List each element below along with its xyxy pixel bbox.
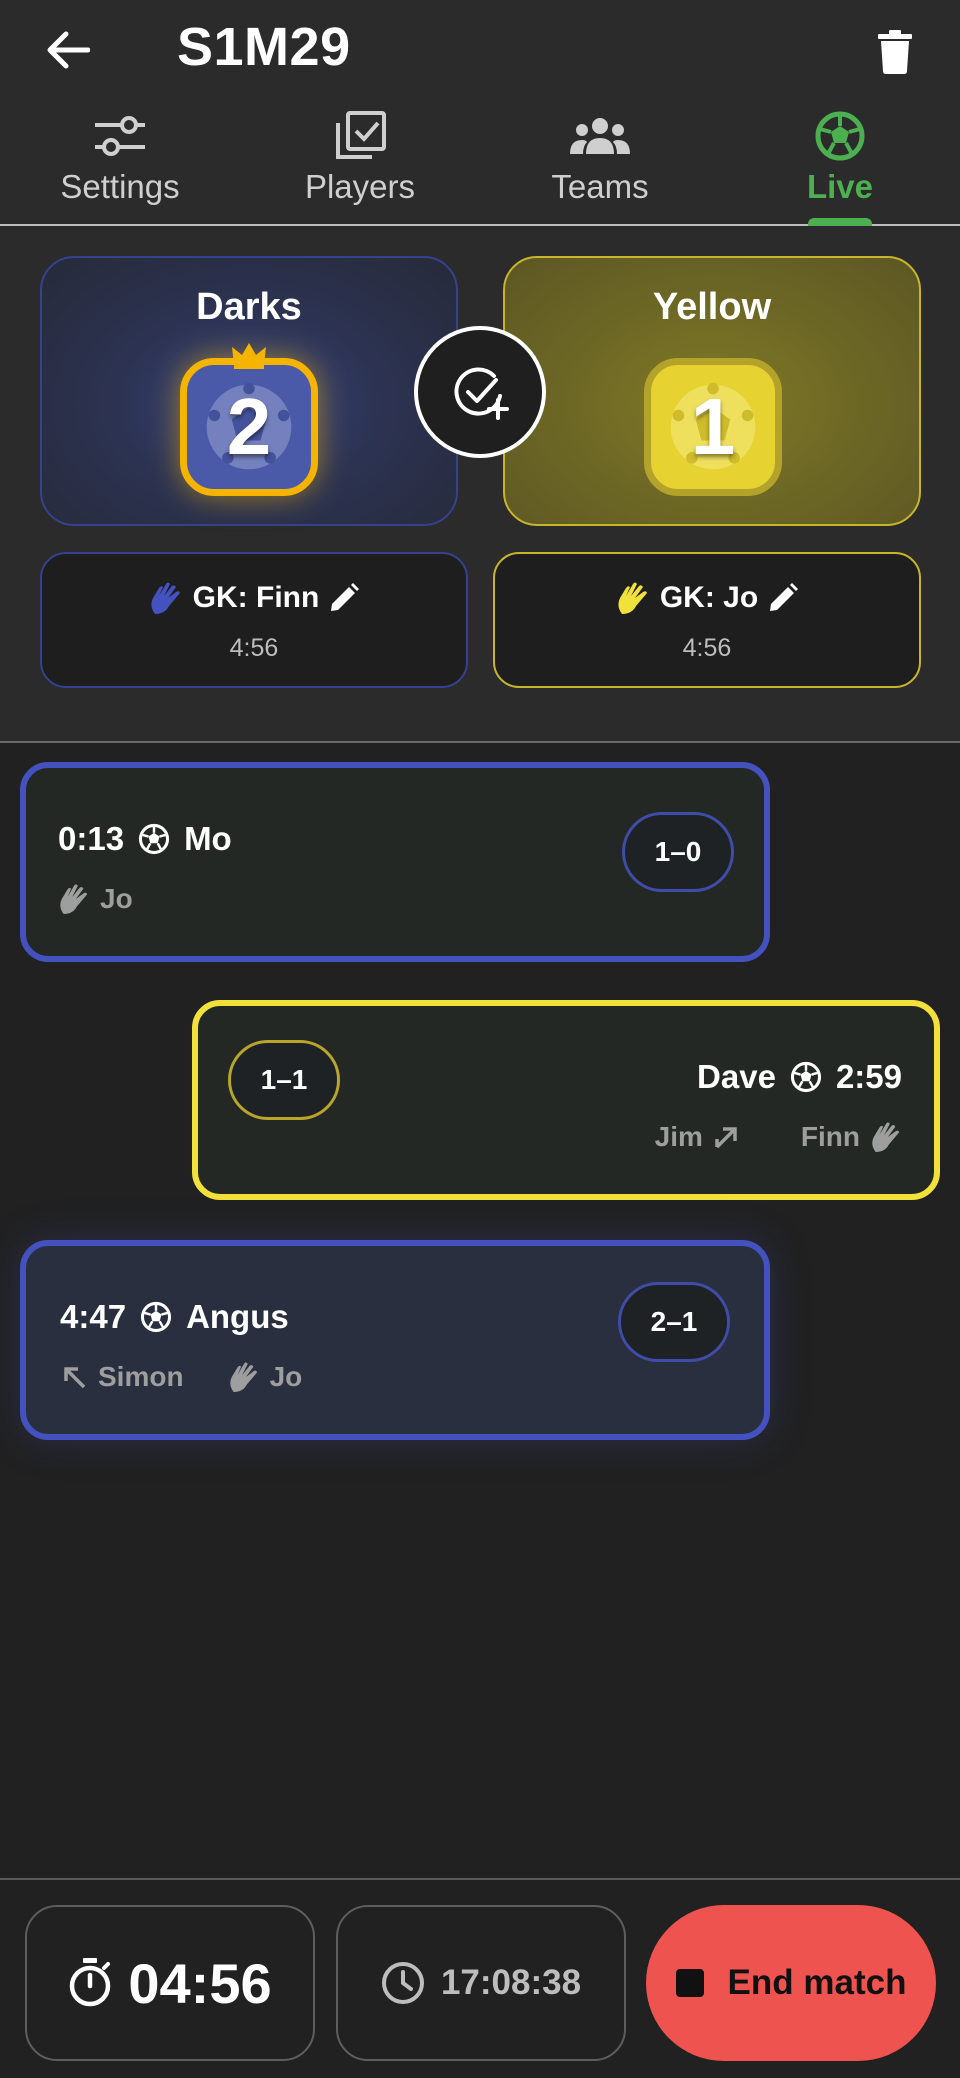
checklist-icon [336,111,386,159]
event-score: 1–0 [622,812,734,892]
soccer-ball-icon [138,823,170,855]
section-divider [0,741,960,743]
assist-arrow-icon [715,1127,737,1149]
wall-clock: 17:08:38 [336,1905,626,2061]
team-name: Yellow [652,286,772,328]
event-scorer: Mo [184,820,232,857]
team-name: Darks [196,286,302,328]
score-badge-darks[interactable]: 2 [180,343,318,496]
group-icon [570,118,630,154]
goalkeeper-glove-icon [151,582,180,614]
goalkeeper-glove-icon [872,1122,900,1153]
tab-bar: Settings Players Teams Live [0,100,960,226]
score-value: 2 [226,382,272,471]
event-score: 2–1 [618,1282,730,1362]
goal-event-card[interactable]: 4:47 Angus Simon Jo 2–1 [20,1240,770,1440]
event-keeper: Jo [100,883,133,914]
event-time: 2:59 [835,1058,902,1095]
match-timer-value: 04:56 [128,1951,272,2015]
clock-icon [381,1962,424,2004]
team-panel-yellow[interactable]: Yellow 1 [503,256,921,526]
tab-settings[interactable]: Settings [0,100,240,226]
assist-arrow-icon [64,1367,86,1389]
event-scorer: Angus [186,1298,289,1335]
end-match-button[interactable]: End match [646,1905,936,2061]
tab-label: Players [304,168,416,205]
crown-icon [232,343,266,369]
stop-icon [675,1969,704,1997]
tab-label: Live [806,168,874,205]
edit-pencil-icon[interactable] [329,583,360,613]
tab-label: Teams [551,168,649,205]
delete-match-button[interactable] [870,24,920,80]
goalkeeper-time: 4:56 [229,634,279,662]
add-goal-button[interactable] [414,326,546,458]
team-panel-darks[interactable]: Darks 2 [40,256,458,526]
goalkeeper-card-yellow[interactable]: GK: Jo 4:56 [493,552,921,688]
event-score: 1–1 [228,1040,340,1120]
end-match-label: End match [727,1963,907,2002]
check-circle-plus-icon [454,367,509,420]
event-assist: Jim [654,1121,703,1152]
soccer-ball-icon [140,1301,172,1333]
event-keeper: Finn [800,1121,860,1152]
app-bar: S1M29 [0,0,960,100]
event-scorer: Dave [697,1058,776,1095]
arrow-back-icon [47,31,90,69]
tab-live[interactable]: Live [720,100,960,226]
goal-event-card[interactable]: 1–1 Dave 2:59 Jim Finn [192,1000,940,1200]
trash-icon [878,30,912,74]
bottom-bar: 04:56 17:08:38 End match [0,1878,960,2078]
goal-event-card[interactable]: 0:13 Mo Jo 1–0 [20,762,770,962]
event-assist: Simon [98,1361,184,1392]
tab-teams[interactable]: Teams [480,100,720,226]
event-time: 0:13 [58,820,125,857]
back-button[interactable] [44,26,92,74]
soccer-ball-icon [815,111,865,161]
page-title: S1M29 [177,17,351,77]
goalkeeper-card-darks[interactable]: GK: Finn 4:56 [40,552,468,688]
goalkeeper-label: GK: Finn [192,581,320,614]
match-timer[interactable]: 04:56 [25,1905,315,2061]
goalkeeper-label: GK: Jo [659,581,759,614]
tab-players[interactable]: Players [240,100,480,226]
stopwatch-icon [70,1958,111,2007]
goalkeeper-glove-icon [229,1362,257,1393]
goalkeeper-glove-icon [60,884,88,915]
soccer-ball-icon [790,1061,822,1093]
active-tab-indicator [808,218,872,226]
goalkeeper-time: 4:56 [682,634,732,662]
edit-pencil-icon[interactable] [768,583,799,613]
tab-label: Settings [60,168,180,205]
sliders-icon [95,116,145,156]
event-keeper: Jo [269,1361,303,1392]
event-time: 4:47 [60,1298,127,1335]
score-value: 1 [690,382,736,471]
goalkeeper-glove-icon [618,582,647,614]
wall-clock-value: 17:08:38 [440,1963,582,2002]
score-badge-yellow[interactable]: 1 [644,358,782,496]
